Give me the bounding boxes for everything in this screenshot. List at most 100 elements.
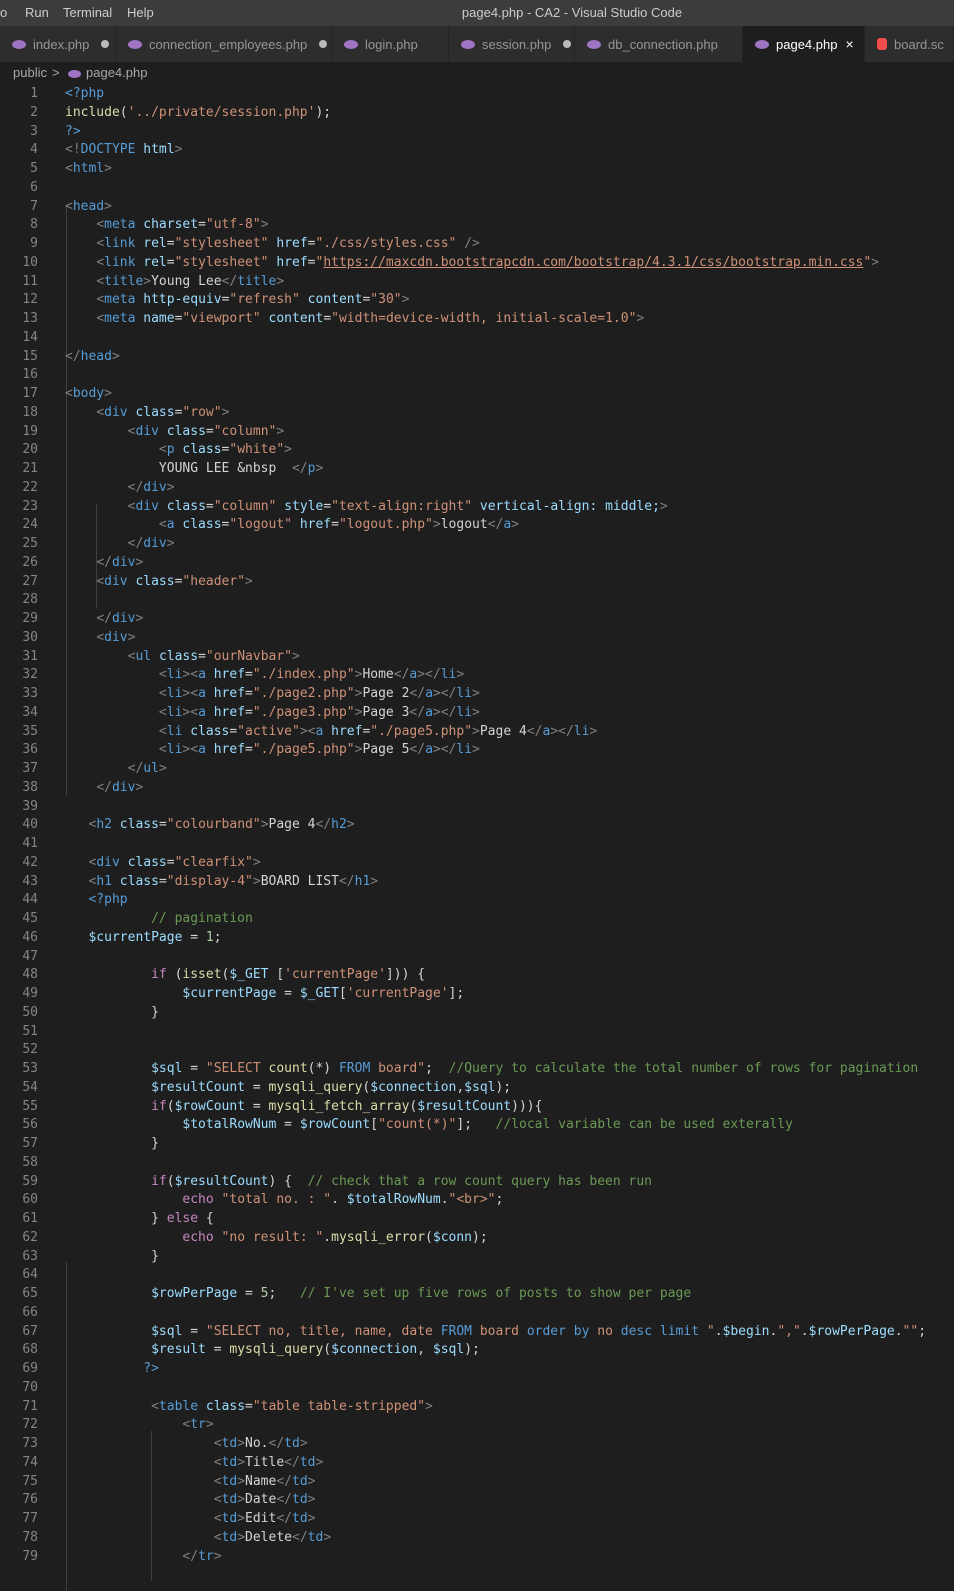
code-line[interactable]: 60 echo "total no. : ". $totalRowNum."<b… (0, 1190, 954, 1209)
code-line[interactable]: 75 <td>Name</td> (0, 1472, 954, 1491)
tab-login-php[interactable]: login.php (332, 26, 449, 62)
code-line[interactable]: 20 <p class="white"> (0, 440, 954, 459)
code-line[interactable]: 70 (0, 1378, 954, 1397)
unsaved-dot-icon[interactable] (563, 40, 572, 48)
code-line[interactable]: 6 (0, 178, 954, 197)
code-line[interactable]: 28 (0, 590, 954, 609)
code-line[interactable]: 65 $rowPerPage = 5; // I've set up five … (0, 1284, 954, 1303)
code-line[interactable]: 19 <div class="column"> (0, 422, 954, 441)
code-line[interactable]: 17 <body> (0, 384, 954, 403)
code-line[interactable]: 69 ?> (0, 1359, 954, 1378)
breadcrumb-file[interactable]: page4.php (86, 65, 147, 80)
tab-connection-employees-php[interactable]: connection_employees.php (116, 26, 332, 62)
code-token: > (260, 817, 269, 833)
code-line[interactable]: 42 <div class="clearfix"> (0, 853, 954, 872)
code-line[interactable]: 26 </div> (0, 553, 954, 572)
code-line[interactable]: 13 <meta name="viewport" content="width=… (0, 309, 954, 328)
code-line[interactable]: 72 <tr> (0, 1415, 954, 1434)
code-line[interactable]: 53 $sql = "SELECT count(*) FROM board"; … (0, 1059, 954, 1078)
code-line[interactable]: 45 // pagination (0, 909, 954, 928)
code-line[interactable]: 74 <td>Title</td> (0, 1453, 954, 1472)
tab-index-php[interactable]: index.php (0, 26, 116, 62)
code-line[interactable]: 37 </ul> (0, 759, 954, 778)
code-line[interactable]: 56 $totalRowNum = $rowCount["count(*)"];… (0, 1115, 954, 1134)
code-line[interactable]: 11 <title>Young Lee</title> (0, 272, 954, 291)
code-line[interactable]: 58 (0, 1153, 954, 1172)
code-line[interactable]: 68 $result = mysqli_query($connection, $… (0, 1340, 954, 1359)
code-line[interactable]: 66 (0, 1303, 954, 1322)
code-line[interactable]: 29 </div> (0, 609, 954, 628)
code-line[interactable]: 71 <table class="table table-stripped"> (0, 1397, 954, 1416)
code-line[interactable]: 67 $sql = "SELECT no, title, name, date … (0, 1322, 954, 1341)
code-token: class (158, 648, 199, 664)
database-icon (877, 38, 887, 50)
code-token: head (72, 198, 105, 214)
tab-page4-php[interactable]: page4.php × (743, 26, 865, 62)
code-line[interactable]: 57 } (0, 1134, 954, 1153)
code-line[interactable]: 34 <li><a href="./page3.php">Page 3</a><… (0, 703, 954, 722)
code-line[interactable]: 59 if($resultCount) { // check that a ro… (0, 1172, 954, 1191)
close-icon[interactable]: × (845, 36, 853, 52)
code-line[interactable]: 12 <meta http-equiv="refresh" content="3… (0, 290, 954, 309)
code-line[interactable]: 16 (0, 365, 954, 384)
code-line[interactable]: 44 <?php (0, 890, 954, 909)
code-line[interactable]: 79 </tr> (0, 1547, 954, 1566)
code-line[interactable]: 18 <div class="row"> (0, 403, 954, 422)
code-line[interactable]: 9 <link rel="stylesheet" href="./css/sty… (0, 234, 954, 253)
code-line[interactable]: 52 (0, 1040, 954, 1059)
code-line[interactable]: 46 $currentPage = 1; (0, 928, 954, 947)
code-line[interactable]: 54 $resultCount = mysqli_query($connecti… (0, 1078, 954, 1097)
tab-board-sc[interactable]: board.sc (865, 26, 954, 62)
code-line[interactable]: 39 (0, 797, 954, 816)
code-line[interactable]: 15 </head> (0, 347, 954, 366)
code-line[interactable]: 49 $currentPage = $_GET['currentPage']; (0, 984, 954, 1003)
code-line[interactable]: 7 <head> (0, 197, 954, 216)
code-line[interactable]: 1 <?php (0, 84, 954, 103)
code-line[interactable]: 51 (0, 1022, 954, 1041)
code-editor[interactable]: 1 <?php 2 include('../private/session.php')… (0, 84, 954, 1591)
code-line[interactable]: 30 <div> (0, 628, 954, 647)
code-line[interactable]: 47 (0, 947, 954, 966)
code-line[interactable]: 41 (0, 834, 954, 853)
code-line[interactable]: 22 </div> (0, 478, 954, 497)
code-line[interactable]: 2 include('../private/session.php'); (0, 103, 954, 122)
code-line[interactable]: 5 <html> (0, 159, 954, 178)
code-line[interactable]: 48 if (isset($_GET ['currentPage'])) { (0, 965, 954, 984)
code-line[interactable]: 24 <a class="logout" href="logout.php">l… (0, 515, 954, 534)
code-line[interactable]: 32 <li><a href="./index.php">Home</a></l… (0, 665, 954, 684)
code-line[interactable]: 14 (0, 328, 954, 347)
code-line[interactable]: 4 <!DOCTYPE html> (0, 140, 954, 159)
code-line[interactable]: 21 YOUNG LEE &nbsp </p> (0, 459, 954, 478)
code-line[interactable]: 64 (0, 1265, 954, 1284)
code-line[interactable]: 36 <li><a href="./page5.php">Page 5</a><… (0, 740, 954, 759)
breadcrumb-folder[interactable]: public (13, 65, 47, 80)
code-line[interactable]: 43 <h1 class="display-4">BOARD LIST</h1> (0, 872, 954, 891)
code-line[interactable]: 25 </div> (0, 534, 954, 553)
code-token: "SELECT no, title, name, date (205, 1323, 441, 1339)
code-line[interactable]: 23 <div class="column" style="text-align… (0, 497, 954, 516)
code-line[interactable]: 10 <link rel="stylesheet" href="https://… (0, 253, 954, 272)
code-line[interactable]: 61 } else { (0, 1209, 954, 1228)
code-line[interactable]: 8 <meta charset="utf-8"> (0, 215, 954, 234)
code-line[interactable]: 73 <td>No.</td> (0, 1434, 954, 1453)
code-line[interactable]: 31 <ul class="ourNavbar"> (0, 647, 954, 666)
code-line[interactable]: 78 <td>Delete</td> (0, 1528, 954, 1547)
code-line[interactable]: 55 if($rowCount = mysqli_fetch_array($re… (0, 1097, 954, 1116)
unsaved-dot-icon[interactable] (101, 40, 110, 48)
code-line[interactable]: 38 </div> (0, 778, 954, 797)
code-token: td (221, 1454, 238, 1470)
code-line[interactable]: 77 <td>Edit</td> (0, 1509, 954, 1528)
code-line[interactable]: 35 <li class="active"><a href="./page5.p… (0, 722, 954, 741)
unsaved-dot-icon[interactable] (319, 40, 328, 48)
code-line[interactable]: 27 <div class="header"> (0, 572, 954, 591)
code-token: <?php (88, 892, 128, 908)
code-line[interactable]: 62 echo "no result: ".mysqli_error($conn… (0, 1228, 954, 1247)
code-line[interactable]: 33 <li><a href="./page2.php">Page 2</a><… (0, 684, 954, 703)
code-line[interactable]: 40 <h2 class="colourband">Page 4</h2> (0, 815, 954, 834)
code-line[interactable]: 50 } (0, 1003, 954, 1022)
code-line[interactable]: 76 <td>Date</td> (0, 1490, 954, 1509)
tab-session-php[interactable]: session.php (449, 26, 575, 62)
code-line[interactable]: 63 } (0, 1247, 954, 1266)
code-line[interactable]: 3 ?> (0, 122, 954, 141)
tab-db-connection-php[interactable]: db_connection.php (575, 26, 743, 62)
